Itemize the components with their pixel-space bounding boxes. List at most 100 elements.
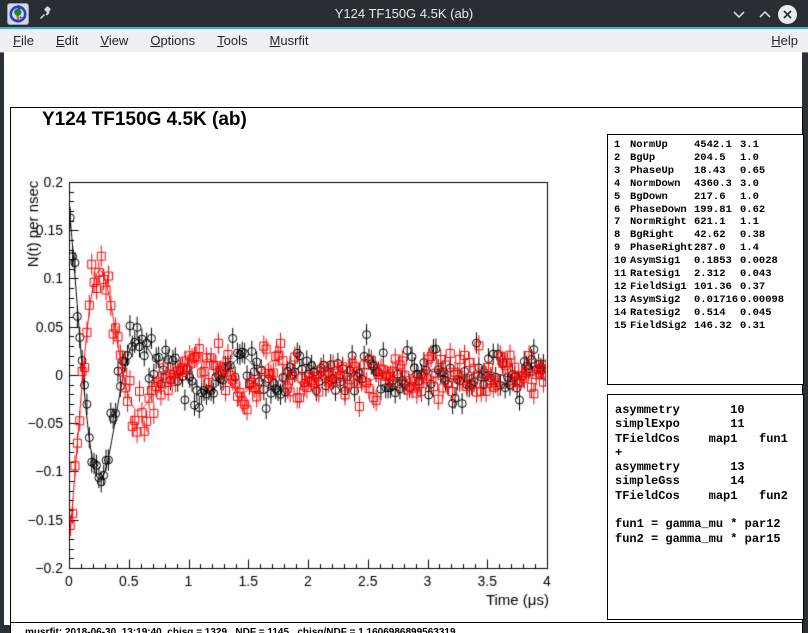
param-value: 0.01716 [694, 294, 740, 307]
musrview-window: ++ Y124 TF150G 4.5K (ab) [0, 0, 808, 633]
param-error: 0.043 [740, 268, 803, 281]
param-number: 14 [614, 307, 630, 320]
param-number: 12 [614, 281, 630, 294]
param-number: 3 [614, 165, 630, 178]
param-error: 0.0028 [740, 255, 803, 268]
param-error: 0.38 [740, 229, 803, 242]
param-name: NormDown [630, 178, 694, 191]
param-value: 287.0 [694, 242, 740, 255]
param-error: 0.31 [740, 320, 803, 333]
parameter-row: 6 PhaseDown 199.81 0.62 [614, 204, 803, 217]
param-value: 4542.1 [694, 139, 740, 152]
param-number: 11 [614, 268, 630, 281]
param-name: BgRight [630, 229, 694, 242]
parameter-row: 4 NormDown 4360.3 3.0 [614, 178, 803, 191]
parameter-row: 11 RateSig1 2.312 0.043 [614, 268, 803, 281]
param-number: 5 [614, 191, 630, 204]
theory-line: simpleGss 14 [615, 474, 803, 488]
theory-line [615, 503, 803, 517]
theory-line: fun2 = gamma_mu * par15 [615, 532, 803, 546]
param-value: 621.1 [694, 216, 740, 229]
param-name: BgUp [630, 152, 694, 165]
titlebar[interactable]: ++ Y124 TF150G 4.5K (ab) [0, 0, 808, 27]
chevron-up-icon [758, 7, 772, 22]
close-icon [778, 5, 797, 24]
maximize-button[interactable] [754, 3, 776, 25]
parameter-row: 13 AsymSig2 0.01716 0.00098 [614, 294, 803, 307]
root-canvas-area: Y124 TF150G 4.5K (ab) 1 NormUp 4542.1 3.… [4, 52, 802, 625]
param-name: PhaseRight [630, 242, 694, 255]
param-error: 1.0 [740, 152, 803, 165]
menubar: File Edit View Options Tools Musrfit Hel… [0, 29, 808, 53]
param-value: 146.32 [694, 320, 740, 333]
param-value: 0.514 [694, 307, 740, 320]
param-number: 1 [614, 139, 630, 152]
parameter-row: 3 PhaseUp 18.43 0.65 [614, 165, 803, 178]
param-number: 13 [614, 294, 630, 307]
param-error: 1.0 [740, 191, 803, 204]
theory-line: TFieldCos map1 fun2 [615, 489, 803, 503]
theory-line: simplExpo 11 [615, 417, 803, 431]
param-error: 3.1 [740, 139, 803, 152]
param-error: 0.00098 [740, 294, 803, 307]
menu-tools[interactable]: Tools [206, 29, 258, 52]
menu-musrfit[interactable]: Musrfit [259, 29, 320, 52]
param-value: 2.312 [694, 268, 740, 281]
param-value: 217.6 [694, 191, 740, 204]
param-error: 0.045 [740, 307, 803, 320]
parameter-row: 8 BgRight 42.62 0.38 [614, 229, 803, 242]
param-number: 10 [614, 255, 630, 268]
param-name: AsymSig2 [630, 294, 694, 307]
menu-view[interactable]: View [89, 29, 139, 52]
param-value: 42.62 [694, 229, 740, 242]
param-error: 3.0 [740, 178, 803, 191]
param-number: 4 [614, 178, 630, 191]
param-error: 0.37 [740, 281, 803, 294]
param-number: 6 [614, 204, 630, 217]
param-value: 204.5 [694, 152, 740, 165]
param-name: RateSig2 [630, 307, 694, 320]
menu-options[interactable]: Options [139, 29, 206, 52]
parameter-row: 15 FieldSig2 146.32 0.31 [614, 320, 803, 333]
param-name: NormRight [630, 216, 694, 229]
minimize-button[interactable] [728, 3, 750, 25]
param-error: 0.62 [740, 204, 803, 217]
param-name: FieldSig2 [630, 320, 694, 333]
parameter-row: 2 BgUp 204.5 1.0 [614, 152, 803, 165]
parameter-row: 7 NormRight 621.1 1.1 [614, 216, 803, 229]
param-name: NormUp [630, 139, 694, 152]
chevron-down-icon [732, 7, 746, 22]
theory-line: + [615, 446, 803, 460]
parameter-row: 5 BgDown 217.6 1.0 [614, 191, 803, 204]
param-name: PhaseUp [630, 165, 694, 178]
param-name: FieldSig1 [630, 281, 694, 294]
param-value: 4360.3 [694, 178, 740, 191]
param-error: 1.4 [740, 242, 803, 255]
close-button[interactable] [776, 3, 798, 25]
param-number: 8 [614, 229, 630, 242]
param-number: 9 [614, 242, 630, 255]
theory-line: fun1 = gamma_mu * par12 [615, 517, 803, 531]
theory-line: asymmetry 10 [615, 403, 803, 417]
theory-function-box: asymmetry 10 simplExpo 11 TFieldCos map1… [607, 394, 804, 620]
window-title: Y124 TF150G 4.5K (ab) [0, 0, 808, 27]
fit-info-pad: musrfit: 2018-06-30, 13:19:40, chisq = 1… [10, 622, 803, 633]
fit-parameter-box: 1 NormUp 4542.1 3.1 2 BgUp 204.5 1.0 3 P… [607, 134, 804, 385]
plot-canvas[interactable] [4, 104, 624, 629]
param-value: 199.81 [694, 204, 740, 217]
parameter-row: 14 RateSig2 0.514 0.045 [614, 307, 803, 320]
parameter-row: 1 NormUp 4542.1 3.1 [614, 139, 803, 152]
param-value: 18.43 [694, 165, 740, 178]
param-value: 101.36 [694, 281, 740, 294]
param-name: RateSig1 [630, 268, 694, 281]
param-name: AsymSig1 [630, 255, 694, 268]
parameter-row: 10 AsymSig1 0.1853 0.0028 [614, 255, 803, 268]
param-number: 15 [614, 320, 630, 333]
plot-title: Y124 TF150G 4.5K (ab) [42, 109, 247, 131]
menu-help[interactable]: Help [760, 29, 808, 52]
fit-statistics-text: musrfit: 2018-06-30, 13:19:40, chisq = 1… [25, 627, 456, 633]
menu-file[interactable]: File [0, 29, 45, 52]
parameter-row: 9 PhaseRight 287.0 1.4 [614, 242, 803, 255]
menu-edit[interactable]: Edit [45, 29, 89, 52]
param-value: 0.1853 [694, 255, 740, 268]
